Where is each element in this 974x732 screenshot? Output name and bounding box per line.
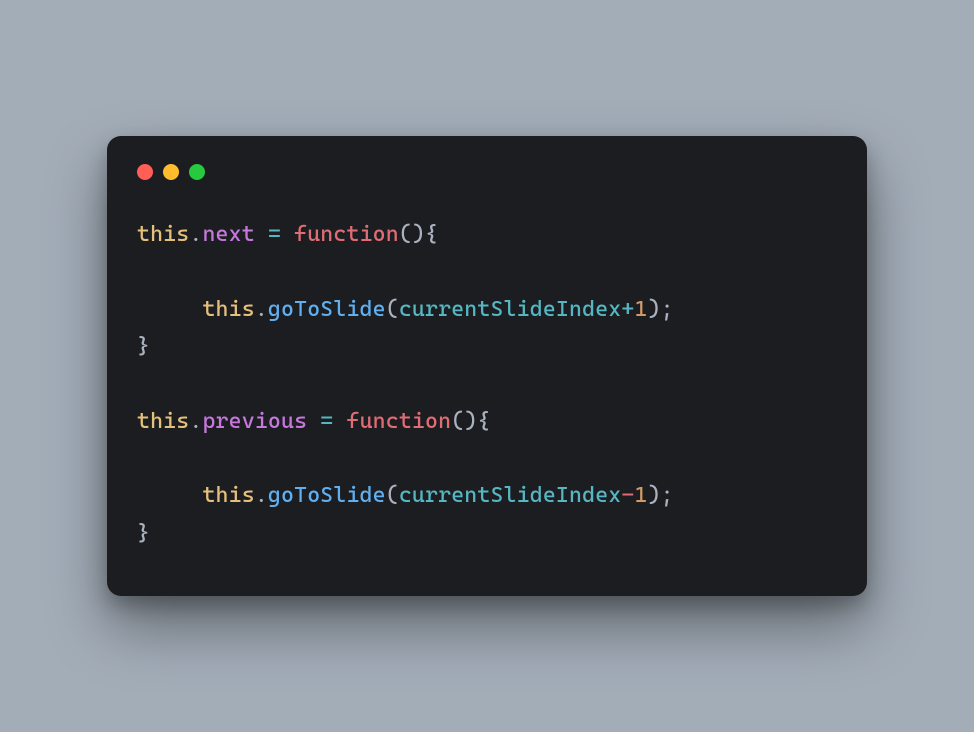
token-dot: . — [255, 483, 268, 508]
token-equals: = — [320, 409, 333, 434]
token-operator: - — [621, 483, 634, 508]
token-dot: . — [189, 222, 202, 247]
code-line-8: this.goToSlide(currentSlideIndex-1); — [137, 483, 674, 508]
code-line-4: } — [137, 334, 150, 359]
code-line-3: this.goToSlide(currentSlideIndex+1); — [137, 297, 674, 322]
token-identifier: currentSlideIndex — [399, 297, 622, 322]
token-equals: = — [268, 222, 281, 247]
token-number: 1 — [634, 297, 647, 322]
token-keyword: function — [346, 409, 451, 434]
token-dot: . — [255, 297, 268, 322]
code-line-9: } — [137, 521, 150, 546]
token-this: this — [137, 409, 189, 434]
token-property: previous — [202, 409, 307, 434]
token-method: goToSlide — [268, 297, 386, 322]
token-punct: ); — [648, 297, 674, 322]
token-indent — [137, 297, 202, 322]
token-space — [255, 222, 268, 247]
window-titlebar — [137, 164, 837, 180]
token-number: 1 — [634, 483, 647, 508]
code-block: this.next = function(){ this.goToSlide(c… — [137, 216, 837, 553]
token-property: next — [202, 222, 254, 247]
token-dot: . — [189, 409, 202, 434]
token-punct: ); — [648, 483, 674, 508]
minimize-icon[interactable] — [163, 164, 179, 180]
token-space — [333, 409, 346, 434]
zoom-icon[interactable] — [189, 164, 205, 180]
token-punct: ( — [386, 483, 399, 508]
token-punct: (){ — [399, 222, 438, 247]
token-indent — [137, 483, 202, 508]
token-this: this — [137, 222, 189, 247]
token-this: this — [202, 483, 254, 508]
close-icon[interactable] — [137, 164, 153, 180]
token-space — [307, 409, 320, 434]
token-space — [281, 222, 294, 247]
code-window: this.next = function(){ this.goToSlide(c… — [107, 136, 867, 597]
token-keyword: function — [294, 222, 399, 247]
code-line-6: this.previous = function(){ — [137, 409, 491, 434]
token-identifier: currentSlideIndex — [399, 483, 622, 508]
token-punct: ( — [386, 297, 399, 322]
token-this: this — [202, 297, 254, 322]
token-operator: + — [621, 297, 634, 322]
token-method: goToSlide — [268, 483, 386, 508]
code-line-1: this.next = function(){ — [137, 222, 438, 247]
token-punct: (){ — [451, 409, 490, 434]
